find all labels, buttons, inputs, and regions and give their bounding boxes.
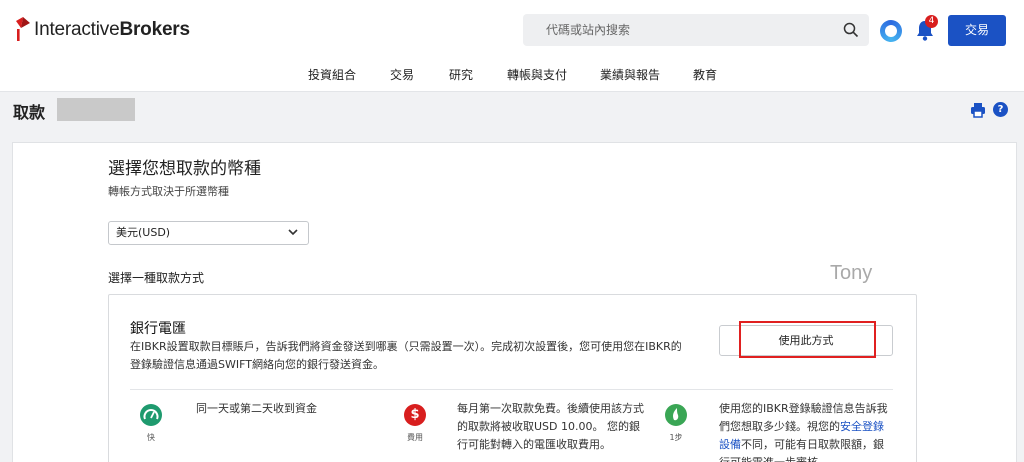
search-box[interactable] <box>523 14 869 46</box>
nav-item-trade[interactable]: 交易 <box>390 66 414 83</box>
speedometer-glyph-icon <box>143 409 159 420</box>
nav-item-performance-reports[interactable]: 業績與報告 <box>600 66 660 83</box>
top-bar: InteractiveBrokers 4 交易 投資組合 交易 研究 轉帳與支付… <box>0 0 1024 92</box>
currency-subheading: 轉帳方式取決于所選幣種 <box>108 185 229 198</box>
currency-select-value: 美元(USD) <box>116 226 171 239</box>
main-nav: 投資組合 交易 研究 轉帳與支付 業績與報告 教育 <box>0 66 1024 84</box>
feature-text-fee: 每月第一次取款免費。後續使用該方式的取款將被收取USD 10.00。 您的銀行可… <box>457 402 644 451</box>
use-this-method-button[interactable]: 使用此方式 <box>719 325 893 356</box>
feature-caption-fee: 費用 <box>407 433 423 442</box>
nav-item-research[interactable]: 研究 <box>449 66 473 83</box>
help-icon[interactable]: ? <box>993 102 1008 117</box>
feature-text-steps: 使用您的IBKR登錄驗證信息告訴我們您想取多少錢。視您的安全登錄設備不同，可能有… <box>719 402 888 462</box>
method-heading: 選擇一種取款方式 <box>108 271 205 285</box>
search-input[interactable] <box>523 14 813 46</box>
divider <box>130 389 893 390</box>
nav-item-education[interactable]: 教育 <box>693 66 717 83</box>
ib-logo-text: InteractiveBrokers <box>34 19 190 40</box>
wire-method-title: 銀行電匯 <box>130 321 186 337</box>
nav-item-transfer-pay[interactable]: 轉帳與支付 <box>507 66 567 83</box>
nav-item-portfolio[interactable]: 投資組合 <box>308 66 356 83</box>
page-title: 取款 <box>13 103 46 122</box>
step-glyph-icon <box>673 408 679 421</box>
feature-text-speed: 同一天或第二天收到資金 <box>196 402 317 415</box>
chevron-down-icon <box>288 229 298 236</box>
ib-logo-mark-icon <box>16 17 30 41</box>
trade-button[interactable]: 交易 <box>948 15 1006 46</box>
watermark: Tony <box>830 262 873 284</box>
notification-badge: 4 <box>925 15 938 28</box>
ib-logo[interactable]: InteractiveBrokers <box>14 17 190 43</box>
dollar-icon: $ <box>404 404 426 426</box>
assistant-icon[interactable] <box>880 20 902 42</box>
wire-method-description: 在IBKR設置取款目標賬戶，告訴我們將資金發送到哪裏（只需設置一次）。完成初次設… <box>130 340 682 371</box>
currency-select[interactable]: 美元(USD) <box>108 221 309 245</box>
feature-caption-fast: 快 <box>147 433 155 442</box>
print-icon[interactable] <box>970 102 986 118</box>
redacted-account-id <box>57 98 135 121</box>
currency-heading: 選擇您想取款的幣種 <box>108 159 261 179</box>
step-icon <box>665 404 687 426</box>
search-icon[interactable] <box>843 22 859 38</box>
speedometer-icon <box>140 404 162 426</box>
feature-caption-steps: 1步 <box>669 433 683 442</box>
